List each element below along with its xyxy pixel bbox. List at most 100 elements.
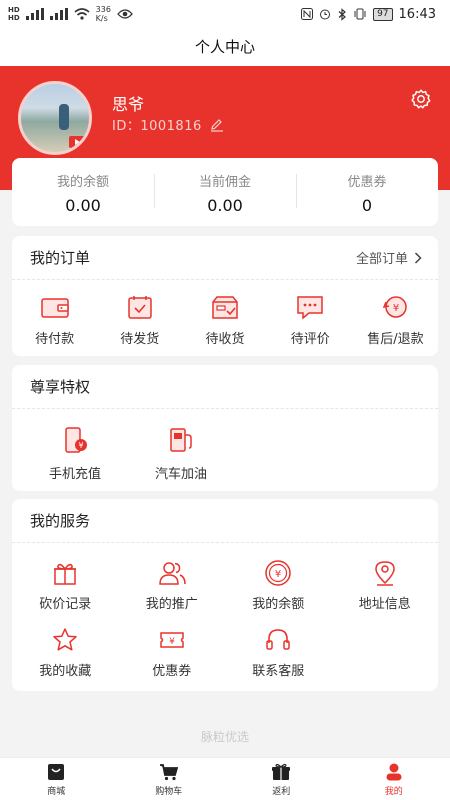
commission-label: 当前佣金 [198,175,251,190]
users-icon [158,562,186,585]
signal-icon [25,8,44,20]
tab-label: 我的 [384,787,403,797]
gift-icon [54,563,77,585]
rebate-gift-icon [272,763,291,780]
service-label: 我的推广 [145,597,198,612]
edit-icon[interactable] [210,118,224,132]
tab-shop[interactable]: 商城 [0,758,113,800]
order-item-label: 售后/退款 [367,332,424,347]
sim2-label: HD [8,14,20,22]
user-icon [386,763,402,781]
my-promotion-item[interactable]: 我的推广 [119,559,226,612]
location-icon [374,561,395,586]
svg-text:¥: ¥ [393,303,399,314]
services-card: 我的服务 砍价记录 我的推广 ¥ 我的余额 地址信息 我的收藏 ¥ 优惠券 联系 [12,499,438,691]
bluetooth-icon [338,7,346,21]
order-pending-payment[interactable]: 待付款 [12,294,97,347]
balance-item[interactable]: 我的余额 0.00 [12,158,154,226]
customer-service-item[interactable]: 联系客服 [225,626,332,679]
user-id-row: ID：1001816 [112,115,224,134]
order-item-label: 待收货 [205,332,245,347]
orders-title: 我的订单 [30,249,91,267]
order-item-label: 待发货 [120,332,160,347]
eye-icon [117,9,133,19]
orders-card: 我的订单 全部订单 待付款 待发货 待收货 待评价 ¥ 售后/退款 [12,236,438,356]
all-orders-link[interactable]: 全部订单 [356,248,422,267]
my-balance-item[interactable]: ¥ 我的余额 [225,559,332,612]
shop-icon [48,764,65,780]
services-title: 我的服务 [30,512,91,530]
refund-icon: ¥ [383,296,408,318]
privileges-card: 尊享特权 ¥ 手机充值 汽车加油 [12,365,438,491]
tab-label: 购物车 [155,787,183,797]
headset-icon [266,629,290,650]
network-speed-value: 336 [95,5,111,14]
bottom-tab-bar: 商城 购物车 返利 我的 [0,757,450,800]
service-label: 砍价记录 [39,597,92,612]
service-label: 我的收藏 [39,664,92,679]
cart-icon [159,764,178,781]
order-item-label: 待付款 [35,332,75,347]
signal-icon-2 [49,8,68,20]
wallet-icon [40,298,69,318]
coin-icon: ¥ [265,560,291,586]
coupon-count-value: 0 [361,196,373,215]
wifi-icon [74,8,90,20]
video-badge-icon [69,136,85,148]
privileges-title: 尊享特权 [30,378,91,396]
privilege-label: 手机充值 [48,467,101,482]
order-pending-review[interactable]: 待评价 [268,294,353,347]
service-label: 优惠券 [152,664,192,679]
vibrate-icon [354,8,366,20]
tab-label: 返利 [272,787,291,797]
nfc-icon [301,8,314,20]
svg-text:¥: ¥ [78,441,83,450]
balance-summary-card: 我的余额 0.00 当前佣金 0.00 优惠券 0 [12,158,438,226]
order-after-sale[interactable]: ¥ 售后/退款 [353,294,438,347]
box-check-icon [212,296,238,319]
commission-value: 0.00 [207,196,243,215]
tab-rebate[interactable]: 返利 [225,758,338,800]
tab-cart[interactable]: 购物车 [113,758,226,800]
coupon-count-item[interactable]: 优惠券 0 [296,158,438,226]
alarm-icon [320,9,331,20]
tab-label: 商城 [47,787,66,797]
network-speed-unit: K/s [95,14,108,23]
order-pending-receipt[interactable]: 待收货 [182,294,267,347]
service-label: 地址信息 [358,597,411,612]
my-favorites-item[interactable]: 我的收藏 [12,626,119,679]
user-id: ID：1001816 [112,119,202,134]
fuel-item[interactable]: 汽车加油 [128,425,234,482]
star-icon [53,628,77,651]
tab-mine[interactable]: 我的 [338,758,450,800]
service-label: 联系客服 [252,664,305,679]
brand-footer: 脉粒优选 [200,730,249,744]
phone-recharge-icon: ¥ [65,427,87,453]
svg-text:¥: ¥ [169,637,175,647]
fuel-pump-icon [170,428,192,452]
address-info-item[interactable]: 地址信息 [332,559,439,612]
sim1-label: HD [8,6,20,14]
bargain-records-item[interactable]: 砍价记录 [12,559,119,612]
balance-value: 0.00 [65,196,101,215]
commission-item[interactable]: 当前佣金 0.00 [154,158,296,226]
coupon-count-label: 优惠券 [347,175,387,190]
comment-icon [297,296,323,320]
calendar-check-icon [128,296,152,319]
page-title: 个人中心 [0,28,450,66]
battery-level: 97 [373,7,393,21]
phone-recharge-item[interactable]: ¥ 手机充值 [22,425,128,482]
user-name[interactable]: 思爷 [112,91,144,115]
coupons-item[interactable]: ¥ 优惠券 [119,626,226,679]
privilege-label: 汽车加油 [154,467,207,482]
all-orders-label: 全部订单 [355,252,408,267]
svg-text:¥: ¥ [275,569,281,580]
settings-gear-icon[interactable] [410,88,432,110]
avatar[interactable] [18,81,92,155]
chevron-right-icon [414,251,422,264]
order-pending-shipment[interactable]: 待发货 [97,294,182,347]
coupon-icon: ¥ [160,632,184,648]
order-item-label: 待评价 [290,332,330,347]
status-bar: HD HD 336 K/s 97 16:43 [0,0,450,28]
service-label: 我的余额 [252,597,305,612]
